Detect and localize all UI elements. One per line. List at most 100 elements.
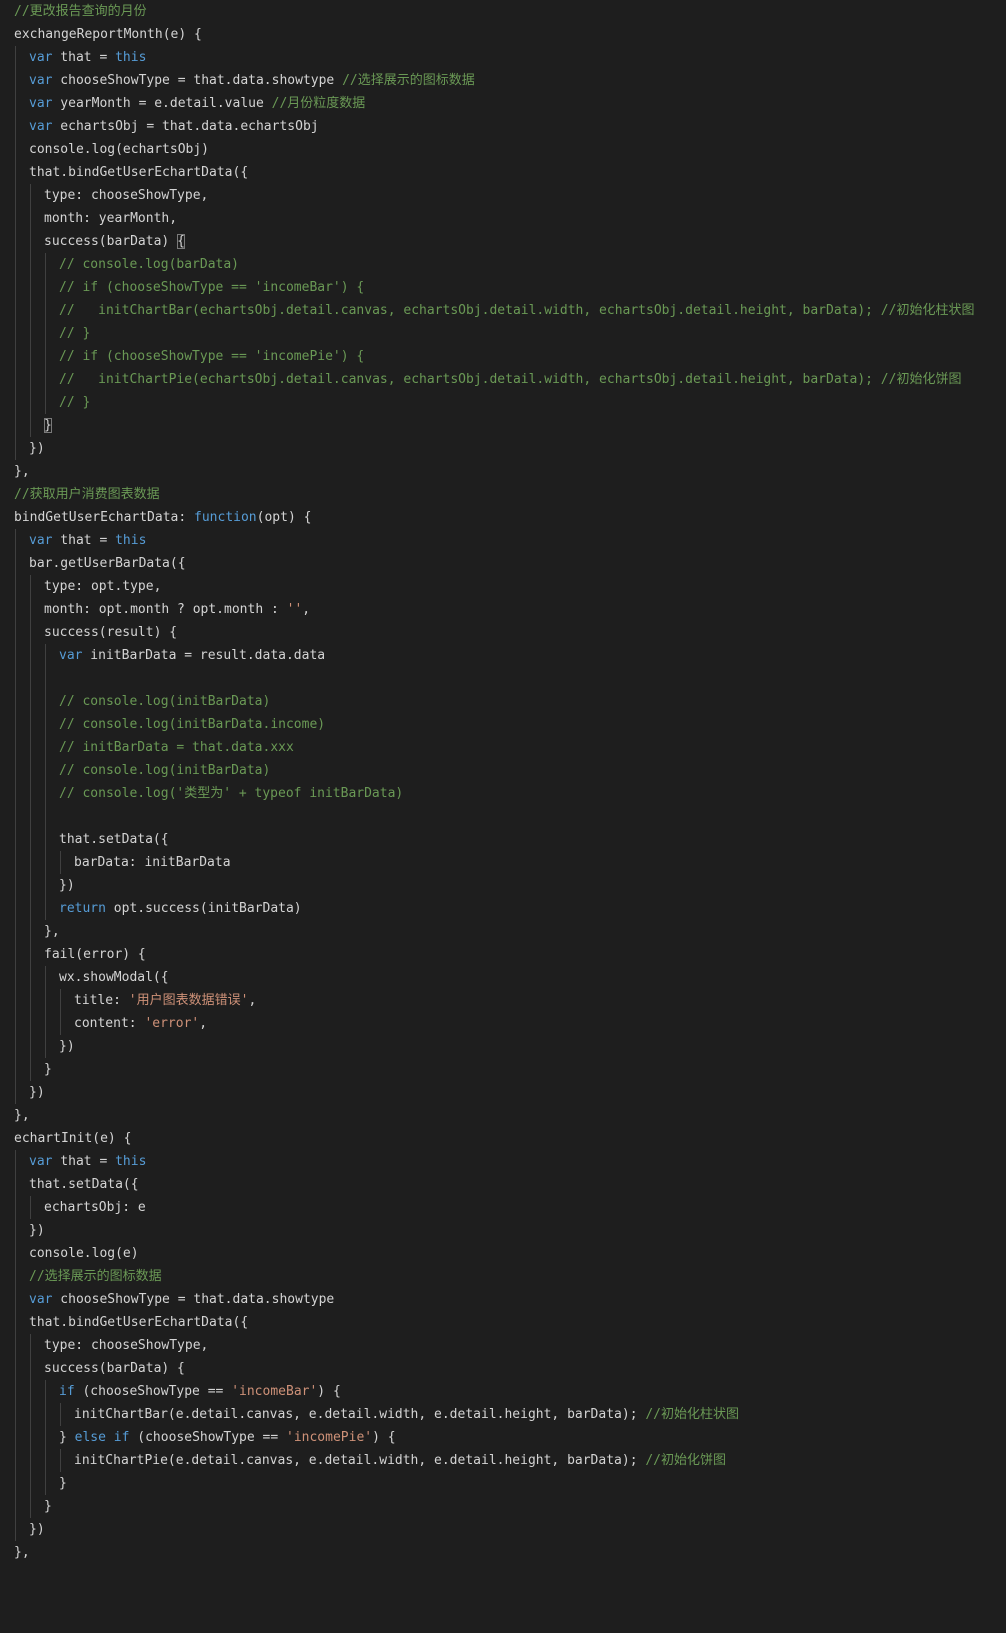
code-token: type: chooseShowType, <box>44 1338 209 1353</box>
code-line: console.log(echartsObj) <box>29 138 209 162</box>
indent-guide <box>45 966 46 1058</box>
code-token: this <box>115 1154 147 1169</box>
code-line: }) <box>29 437 45 461</box>
code-token: yearMonth = e.detail.value <box>52 96 272 111</box>
code-token: // console.log(barData) <box>59 257 240 272</box>
code-line: var echartsObj = that.data.echartsObj <box>29 115 319 139</box>
code-line: success(result) { <box>44 621 177 645</box>
code-token: }, <box>14 464 30 479</box>
indent-guide <box>60 851 61 874</box>
code-line: // } <box>59 322 90 346</box>
code-line: var that = this <box>29 46 146 70</box>
code-token: }) <box>29 1522 45 1537</box>
code-line: echartsObj: e <box>44 1196 146 1220</box>
code-token: else <box>74 1430 106 1445</box>
code-line: } <box>44 1495 52 1519</box>
code-line: var that = this <box>29 1150 146 1174</box>
code-line: //选择展示的图标数据 <box>29 1265 162 1289</box>
code-token: wx.showModal({ <box>59 970 169 985</box>
code-line: bar.getUserBarData({ <box>29 552 186 576</box>
code-line: exchangeReportMonth(e) { <box>14 23 202 47</box>
code-token: that.bindGetUserEchartData({ <box>29 165 249 180</box>
code-editor[interactable]: //更改报告查询的月份 exchangeReportMonth(e) {var t… <box>0 0 1006 1633</box>
code-token: // console.log('类型为' + typeof initBarDat… <box>59 786 404 801</box>
code-line: month: opt.month ? opt.month : '', <box>44 598 310 622</box>
code-token: // console.log(initBarData.income) <box>59 717 326 732</box>
code-token: fail(error) { <box>44 947 146 962</box>
indent-guide <box>30 1334 31 1518</box>
code-line: console.log(e) <box>29 1242 139 1266</box>
code-token: console.log(echartsObj) <box>29 142 210 157</box>
code-line: var yearMonth = e.detail.value //月份粒度数据 <box>29 92 365 116</box>
code-token: }, <box>44 924 60 939</box>
code-token: initChartBar(e.detail.canvas, e.detail.w… <box>74 1407 646 1422</box>
code-token: echartsObj: e <box>44 1200 146 1215</box>
code-token: content: <box>74 1016 145 1031</box>
code-token: barData: initBarData <box>74 855 231 870</box>
code-token: 'incomePie' <box>286 1430 373 1445</box>
code-token: console.log(e) <box>29 1246 139 1261</box>
code-line: } else if (chooseShowType == 'incomePie'… <box>59 1426 396 1450</box>
code-token: ) { <box>317 1384 341 1399</box>
code-token: that = <box>52 533 116 548</box>
code-token: , <box>199 1016 208 1031</box>
code-token: }) <box>59 878 75 893</box>
code-token: opt.success(initBarData) <box>105 901 302 916</box>
code-line: }, <box>14 460 30 484</box>
code-line: var initBarData = result.data.data <box>59 644 325 668</box>
code-line: that.setData({ <box>59 828 169 852</box>
code-token: '用户图表数据错误' <box>128 993 249 1008</box>
code-line: initChartPie(e.detail.canvas, e.detail.w… <box>74 1449 726 1473</box>
code-token: }, <box>14 1108 30 1123</box>
indent-guide <box>30 1196 31 1219</box>
code-line: var chooseShowType = that.data.showtype <box>29 1288 334 1312</box>
code-token: that.bindGetUserEchartData({ <box>29 1315 249 1330</box>
code-token: bindGetUserEchartData: <box>14 510 195 525</box>
code-line: }, <box>14 1541 30 1565</box>
code-line: wx.showModal({ <box>59 966 169 990</box>
code-token: // } <box>59 326 91 341</box>
code-line: } <box>44 1058 52 1082</box>
code-line: barData: initBarData <box>74 851 231 875</box>
code-token: var <box>29 50 53 65</box>
indent-guide <box>45 644 46 920</box>
indent-guide <box>45 1380 46 1495</box>
code-token: var <box>29 533 53 548</box>
code-token: chooseShowType = that.data.showtype <box>52 1292 335 1307</box>
code-token: that.setData({ <box>29 1177 139 1192</box>
code-token: //选择展示的图标数据 <box>342 73 475 88</box>
code-line: bindGetUserEchartData: function(opt) { <box>14 506 311 530</box>
code-line: initChartBar(e.detail.canvas, e.detail.w… <box>74 1403 739 1427</box>
code-line: } <box>59 1472 67 1496</box>
code-line: }) <box>29 1081 45 1105</box>
code-line: } <box>44 414 52 438</box>
code-token: 'error' <box>144 1016 200 1031</box>
code-line: // if (chooseShowType == 'incomeBar') { <box>59 276 364 300</box>
code-line: that.bindGetUserEchartData({ <box>29 161 248 185</box>
code-line: // if (chooseShowType == 'incomePie') { <box>59 345 364 369</box>
code-token: this <box>115 533 147 548</box>
code-token: // initChartBar(echartsObj.detail.canvas… <box>59 303 975 318</box>
code-token: var <box>59 648 83 663</box>
indent-guide <box>30 575 31 1081</box>
code-token: success(barData) { <box>44 1361 185 1376</box>
code-token: '' <box>286 602 303 617</box>
code-token: // initBarData = that.data.xxx <box>59 740 294 755</box>
indent-guide <box>30 184 31 437</box>
code-line: type: opt.type, <box>44 575 161 599</box>
code-line: success(barData) { <box>44 230 185 254</box>
code-line: month: yearMonth, <box>44 207 177 231</box>
code-line: }) <box>29 1219 45 1243</box>
code-line: type: chooseShowType, <box>44 1334 208 1358</box>
code-line: success(barData) { <box>44 1357 185 1381</box>
code-token: // initChartPie(echartsObj.detail.canvas… <box>59 372 962 387</box>
code-token: (chooseShowType == <box>74 1384 232 1399</box>
code-line: }) <box>59 874 75 898</box>
code-token: success(result) { <box>44 625 178 640</box>
code-token: month: yearMonth, <box>44 211 178 226</box>
code-line: var that = this <box>29 529 146 553</box>
code-line: type: chooseShowType, <box>44 184 208 208</box>
code-token: }) <box>29 1085 45 1100</box>
code-token: //初始化饼图 <box>645 1453 727 1468</box>
code-token: //月份粒度数据 <box>271 96 366 111</box>
